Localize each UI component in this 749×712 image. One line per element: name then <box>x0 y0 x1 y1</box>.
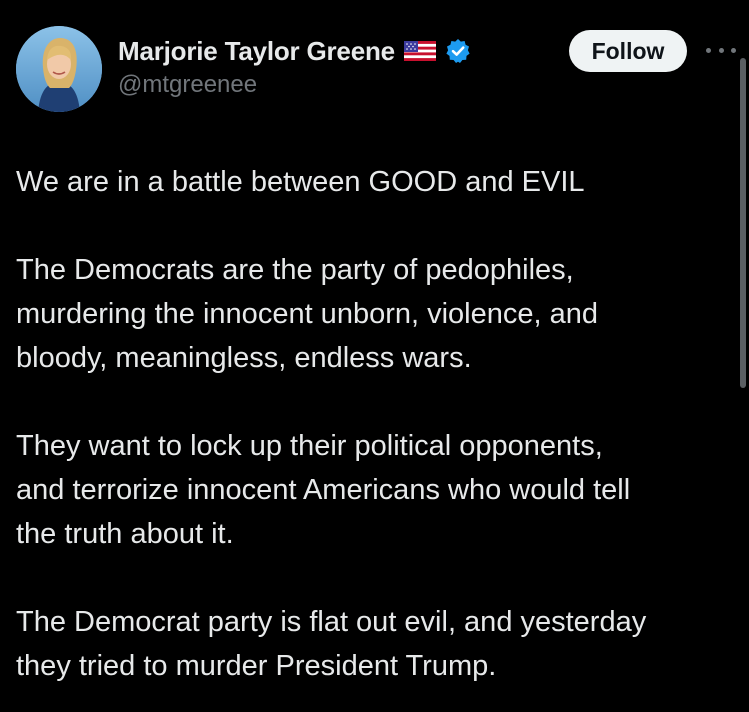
name-row: Marjorie Taylor Greene <box>118 34 471 68</box>
tweet-paragraph: The Democrat party is flat out evil, and… <box>16 606 647 682</box>
scrollbar[interactable] <box>740 58 746 388</box>
author-display-name[interactable]: Marjorie Taylor Greene <box>118 36 395 67</box>
more-dot <box>731 47 736 53</box>
us-flag-icon <box>403 41 436 61</box>
tweet-paragraph: We are in a battle between GOOD and EVIL <box>16 166 585 198</box>
follow-button[interactable]: Follow <box>569 30 687 72</box>
more-dot <box>718 47 724 53</box>
tweet-paragraph: They want to lock up their political opp… <box>16 430 631 550</box>
tweet-header: Marjorie Taylor Greene @mtgreenee Follow <box>16 26 749 114</box>
more-options-icon[interactable] <box>706 41 736 59</box>
tweet-text: We are in a battle between GOOD and EVIL… <box>16 160 736 688</box>
tweet-paragraph: The Democrats are the party of pedophile… <box>16 254 598 374</box>
tweet-card: Marjorie Taylor Greene @mtgreenee Follow… <box>0 0 749 712</box>
avatar[interactable] <box>16 26 102 112</box>
author-handle[interactable]: @mtgreenee <box>118 71 471 99</box>
more-dot <box>706 47 711 53</box>
verified-badge-icon[interactable] <box>445 38 471 64</box>
author-identity: Marjorie Taylor Greene @mtgreenee <box>118 34 471 99</box>
